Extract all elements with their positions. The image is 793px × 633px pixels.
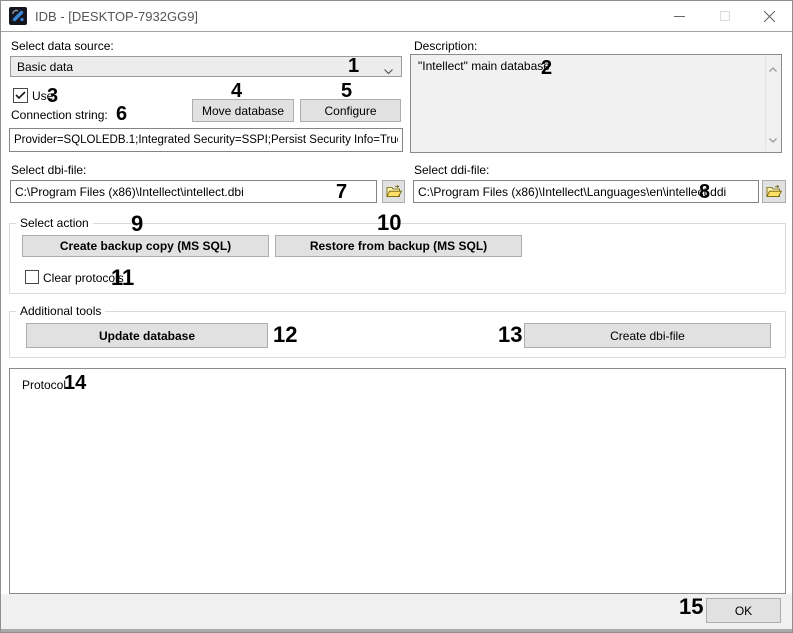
configure-button[interactable]: Configure bbox=[300, 99, 401, 122]
dbi-file-label: Select dbi-file: bbox=[11, 163, 87, 177]
create-backup-button[interactable]: Create backup copy (MS SQL) bbox=[22, 235, 269, 257]
data-source-label: Select data source: bbox=[11, 39, 114, 53]
protocol-panel[interactable]: Protocol bbox=[9, 368, 786, 594]
ddi-file-label: Select ddi-file: bbox=[414, 163, 490, 177]
chevron-up-icon[interactable] bbox=[769, 61, 777, 75]
footer bbox=[1, 594, 792, 629]
annotation-2: 2 bbox=[541, 57, 553, 79]
data-source-value: Basic data bbox=[17, 59, 74, 74]
maximize-button[interactable] bbox=[702, 1, 747, 31]
connection-string-field[interactable] bbox=[9, 128, 403, 152]
description-value: "Intellect" main database bbox=[418, 59, 550, 73]
annotation-1: 1 bbox=[348, 55, 360, 77]
annotation-13: 13 bbox=[498, 322, 523, 347]
chevron-down-icon[interactable] bbox=[769, 132, 777, 146]
connection-string-label: Connection string: bbox=[11, 108, 108, 122]
chevron-down-icon bbox=[384, 64, 393, 78]
description-textarea[interactable]: "Intellect" main database bbox=[410, 54, 782, 153]
check-icon bbox=[15, 91, 26, 100]
close-button[interactable] bbox=[747, 1, 792, 31]
folder-open-icon bbox=[766, 185, 782, 197]
titlebar: IDB - [DESKTOP-7932GG9] bbox=[1, 1, 792, 32]
annotation-9: 9 bbox=[131, 211, 144, 236]
folder-open-icon bbox=[385, 185, 402, 197]
window-title: IDB - [DESKTOP-7932GG9] bbox=[35, 9, 199, 24]
annotation-12: 12 bbox=[273, 322, 298, 347]
dbi-browse-button[interactable] bbox=[382, 180, 405, 203]
ok-button[interactable]: OK bbox=[706, 598, 781, 623]
annotation-7: 7 bbox=[336, 181, 348, 203]
description-label: Description: bbox=[414, 39, 478, 53]
use-checkbox[interactable] bbox=[13, 88, 28, 103]
maximize-icon bbox=[719, 11, 730, 21]
create-dbi-button[interactable]: Create dbi-file bbox=[524, 323, 771, 348]
minimize-button[interactable] bbox=[657, 1, 702, 31]
additional-tools-legend: Additional tools bbox=[16, 304, 106, 318]
select-action-legend: Select action bbox=[16, 216, 93, 230]
annotation-11: 11 bbox=[111, 265, 135, 290]
annotation-15: 15 bbox=[679, 594, 704, 619]
annotation-8: 8 bbox=[699, 181, 711, 203]
annotation-4: 4 bbox=[231, 80, 243, 102]
window-controls bbox=[657, 1, 792, 31]
annotation-14: 14 bbox=[64, 372, 87, 394]
idb-app-icon bbox=[9, 7, 27, 25]
annotation-10: 10 bbox=[377, 210, 402, 235]
annotation-5: 5 bbox=[341, 80, 353, 102]
move-database-button[interactable]: Move database bbox=[192, 99, 294, 122]
ddi-browse-button[interactable] bbox=[762, 180, 786, 203]
annotation-6: 6 bbox=[116, 103, 128, 125]
data-source-combobox[interactable]: Basic data bbox=[10, 56, 402, 77]
idb-window: IDB - [DESKTOP-7932GG9] Select data sour… bbox=[0, 0, 793, 633]
clear-protocols-checkbox[interactable] bbox=[25, 270, 39, 284]
window-bottom-edge bbox=[1, 629, 792, 632]
protocol-label: Protocol bbox=[22, 378, 67, 392]
dbi-file-field[interactable] bbox=[10, 180, 377, 203]
restore-backup-button[interactable]: Restore from backup (MS SQL) bbox=[275, 235, 522, 257]
description-scrollbar[interactable] bbox=[765, 56, 780, 151]
annotation-3: 3 bbox=[47, 85, 59, 107]
update-database-button[interactable]: Update database bbox=[26, 323, 268, 348]
